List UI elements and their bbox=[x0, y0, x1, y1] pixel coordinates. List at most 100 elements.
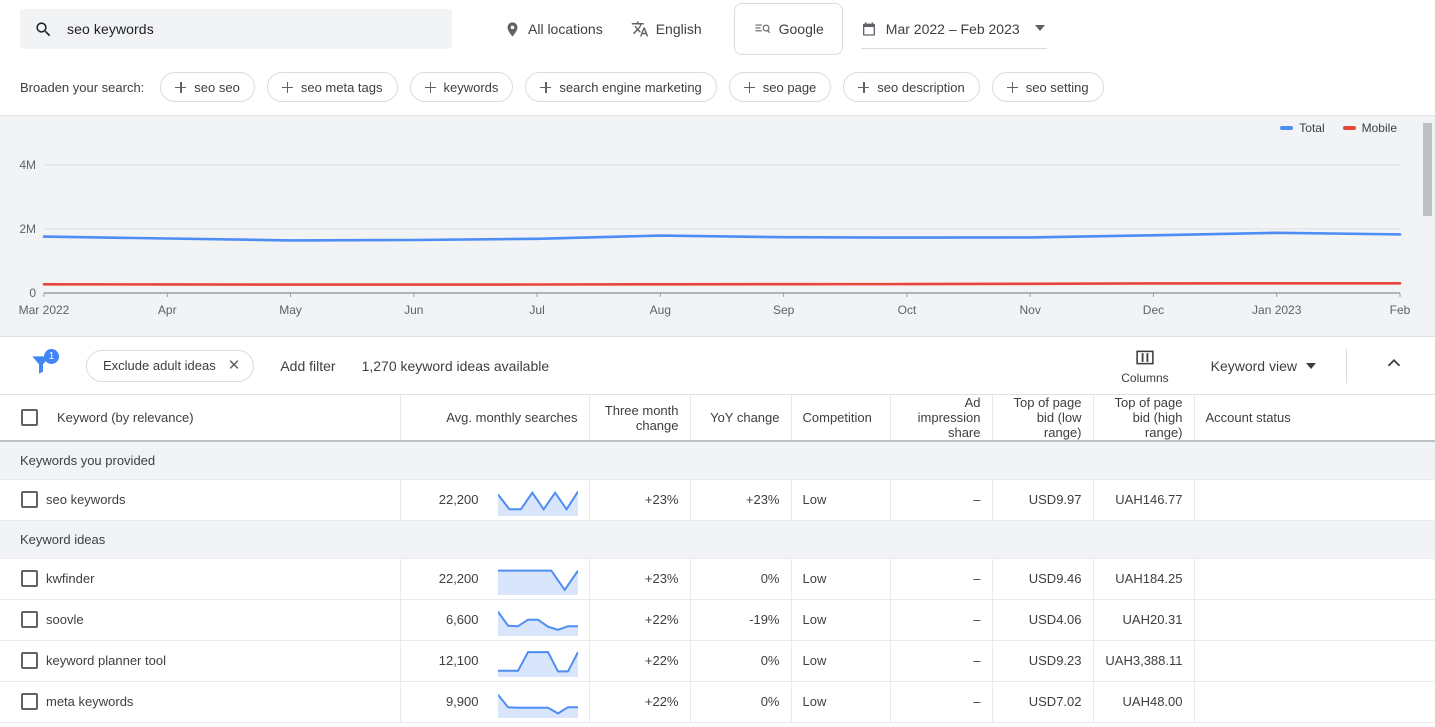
row-select-cell bbox=[0, 681, 46, 722]
broaden-suggestion-label: seo page bbox=[762, 79, 817, 95]
top-search-bar: seo keywords All locations English Googl… bbox=[0, 0, 1435, 58]
active-filter-label: Exclude adult ideas bbox=[103, 358, 216, 373]
x-axis-tick: Feb bbox=[1390, 303, 1411, 317]
active-filter-chip[interactable]: Exclude adult ideas ✕ bbox=[86, 349, 255, 382]
row-checkbox[interactable] bbox=[21, 570, 38, 587]
x-axis-tick: May bbox=[279, 303, 302, 317]
x-axis-tick: Dec bbox=[1143, 303, 1164, 317]
broaden-suggestion-4[interactable]: seo page bbox=[728, 72, 832, 102]
language-selector[interactable]: English bbox=[617, 9, 716, 49]
header-avg-monthly-searches[interactable]: Avg. monthly searches bbox=[400, 394, 590, 441]
chevron-down-icon bbox=[1306, 362, 1316, 369]
x-axis-tick: Oct bbox=[898, 303, 917, 317]
keyword-ideas-count: 1,270 keyword ideas available bbox=[361, 357, 550, 374]
header-competition[interactable]: Competition bbox=[791, 394, 891, 441]
broaden-suggestion-1[interactable]: seo meta tags bbox=[266, 72, 398, 102]
cell-bid-low: USD9.46 bbox=[992, 558, 1094, 599]
cell-yoy-change: 0% bbox=[690, 558, 792, 599]
avg-searches-value: 9,900 bbox=[445, 694, 479, 709]
header-bid-low[interactable]: Top of page bid (low range) bbox=[992, 394, 1094, 441]
collapse-chart-button[interactable] bbox=[1373, 348, 1415, 383]
cell-keyword: soovle bbox=[46, 599, 401, 640]
table-row[interactable]: meta keywords 9,900 +22% 0% Low – USD7.02 UAH48… bbox=[0, 681, 1435, 722]
sparkline bbox=[497, 569, 578, 595]
header-yoy-change[interactable]: YoY change bbox=[690, 394, 792, 441]
chevron-down-icon[interactable] bbox=[1034, 25, 1045, 31]
select-all-checkbox[interactable] bbox=[21, 409, 38, 426]
toolbar-right-group: Columns Keyword view bbox=[1115, 347, 1415, 385]
x-axis-tick: Jan 2023 bbox=[1252, 303, 1302, 317]
search-input[interactable]: seo keywords bbox=[20, 9, 452, 49]
cell-bid-high: UAH20.31 bbox=[1093, 599, 1195, 640]
columns-button[interactable]: Columns bbox=[1115, 347, 1174, 385]
plus-icon bbox=[1006, 81, 1018, 93]
table-row[interactable]: kwfinder 22,200 +23% 0% Low – USD9.46 UAH184.25 bbox=[0, 558, 1435, 599]
cell-keyword: meta keywords bbox=[46, 681, 401, 722]
close-icon[interactable]: ✕ bbox=[228, 358, 241, 373]
row-checkbox[interactable] bbox=[21, 491, 38, 508]
table-row[interactable]: seo keywords 22,200 +23% +23% Low – USD9.97 UAH… bbox=[0, 479, 1435, 520]
location-pin-icon bbox=[507, 21, 518, 37]
sparkline bbox=[497, 490, 578, 516]
avg-searches-with-sparkline: 9,900 bbox=[412, 685, 578, 719]
broaden-suggestion-6[interactable]: seo setting bbox=[991, 72, 1104, 102]
locations-selector[interactable]: All locations bbox=[490, 9, 617, 49]
legend-swatch-total bbox=[1280, 126, 1294, 130]
broaden-suggestion-0[interactable]: seo seo bbox=[160, 72, 255, 102]
avg-searches-value: 12,100 bbox=[438, 653, 479, 668]
legend-item-mobile[interactable]: Mobile bbox=[1342, 121, 1397, 135]
table-body: Keywords you provided seo keywords 22,200 +… bbox=[0, 441, 1435, 722]
sparkline bbox=[497, 650, 578, 677]
cell-ad-impression-share: – bbox=[890, 479, 993, 520]
cell-yoy-change: 0% bbox=[690, 681, 792, 722]
broaden-suggestion-label: seo description bbox=[877, 79, 965, 95]
keyword-view-dropdown[interactable]: Keyword view bbox=[1211, 358, 1316, 374]
table-row[interactable]: keyword planner tool 12,100 +22% 0% Low – USD9… bbox=[0, 640, 1435, 681]
table-row[interactable]: soovle 6,600 +22% -19% Low – USD4.06 UAH20.31 bbox=[0, 599, 1435, 640]
cell-avg-monthly-searches: 6,600 bbox=[400, 599, 590, 640]
chart-scrollbar-thumb[interactable] bbox=[1423, 123, 1432, 216]
funnel-icon[interactable]: 1 bbox=[28, 348, 59, 381]
cell-three-month-change: +22% bbox=[589, 640, 691, 681]
broaden-suggestion-list: seo seo seo meta tags keywords search engin… bbox=[160, 72, 1104, 102]
calendar-icon bbox=[862, 21, 875, 36]
google-search-icon bbox=[755, 24, 770, 33]
filter-count-badge: 1 bbox=[44, 348, 59, 364]
cell-bid-low: USD4.06 bbox=[992, 599, 1094, 640]
chevron-up-icon bbox=[1387, 358, 1401, 367]
cell-account-status bbox=[1194, 558, 1435, 599]
x-axis-tick: Nov bbox=[1020, 303, 1041, 317]
broaden-suggestion-3[interactable]: search engine marketing bbox=[525, 72, 717, 102]
plus-icon bbox=[858, 81, 870, 93]
header-keyword[interactable]: Keyword (by relevance) bbox=[46, 394, 401, 441]
header-bid-high[interactable]: Top of page bid (high range) bbox=[1093, 394, 1195, 441]
header-three-month-change[interactable]: Three month change bbox=[589, 394, 691, 441]
broaden-suggestion-label: keywords bbox=[443, 79, 499, 95]
keyword-ideas-table: Keyword (by relevance) Avg. monthly sear… bbox=[0, 394, 1435, 723]
cell-bid-low: USD9.23 bbox=[992, 640, 1094, 681]
row-checkbox[interactable] bbox=[21, 693, 38, 710]
chart-scrollbar[interactable] bbox=[1422, 119, 1433, 334]
broaden-suggestion-5[interactable]: seo description bbox=[843, 72, 980, 102]
add-filter-button[interactable]: Add filter bbox=[280, 358, 335, 374]
columns-icon bbox=[1136, 350, 1154, 364]
row-checkbox[interactable] bbox=[21, 652, 38, 669]
y-axis-tick: 2M bbox=[19, 222, 36, 236]
cell-avg-monthly-searches: 12,100 bbox=[400, 640, 590, 681]
date-range-selector[interactable]: Mar 2022 – Feb 2023 bbox=[860, 9, 1047, 49]
cell-competition: Low bbox=[791, 599, 891, 640]
row-select-cell bbox=[0, 640, 46, 681]
header-account-status[interactable]: Account status bbox=[1194, 395, 1435, 442]
row-checkbox[interactable] bbox=[21, 611, 38, 628]
legend-item-total[interactable]: Total bbox=[1280, 121, 1325, 135]
header-ad-impression-share[interactable]: Ad impression share bbox=[890, 394, 993, 441]
cell-yoy-change: 0% bbox=[690, 640, 792, 681]
broaden-search-row: Broaden your search: seo seo seo meta tag… bbox=[0, 58, 1435, 115]
broaden-search-label: Broaden your search: bbox=[20, 79, 145, 95]
network-selector[interactable]: Google bbox=[733, 3, 843, 55]
cell-account-status bbox=[1194, 640, 1435, 681]
table-group-label: Keyword ideas bbox=[0, 520, 1435, 559]
broaden-suggestion-2[interactable]: keywords bbox=[409, 72, 514, 102]
avg-searches-value: 22,200 bbox=[438, 571, 479, 586]
avg-searches-with-sparkline: 6,600 bbox=[412, 603, 578, 637]
